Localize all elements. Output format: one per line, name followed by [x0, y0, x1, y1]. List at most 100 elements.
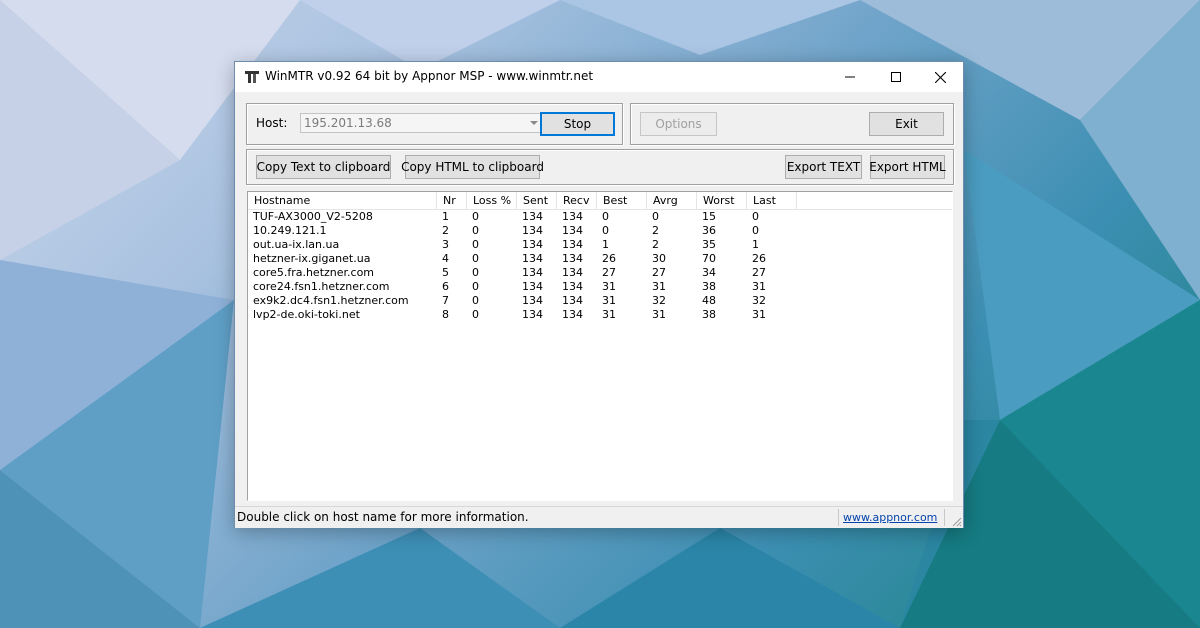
- stop-button[interactable]: Stop: [540, 112, 615, 136]
- cell-last: 0: [752, 224, 759, 237]
- cell-avrg: 30: [652, 252, 666, 265]
- cell-avrg: 32: [652, 294, 666, 307]
- cell-sent: 134: [522, 238, 543, 251]
- cell-loss: 0: [472, 266, 479, 279]
- cell-last: 31: [752, 308, 766, 321]
- column-header-worst[interactable]: Worst: [697, 192, 747, 209]
- column-header-best[interactable]: Best: [597, 192, 647, 209]
- column-header-nr[interactable]: Nr: [437, 192, 467, 209]
- cell-nr: 3: [442, 238, 449, 251]
- cell-loss: 0: [472, 238, 479, 251]
- cell-best: 0: [602, 210, 609, 223]
- exit-button[interactable]: Exit: [869, 112, 944, 136]
- cell-nr: 4: [442, 252, 449, 265]
- cell-best: 27: [602, 266, 616, 279]
- appnor-link[interactable]: www.appnor.com: [843, 511, 937, 524]
- cell-hostname: TUF-AX3000_V2-5208: [253, 210, 373, 223]
- cell-last: 1: [752, 238, 759, 251]
- host-label: Host:: [256, 116, 288, 130]
- options-button[interactable]: Options: [640, 112, 717, 136]
- cell-loss: 0: [472, 280, 479, 293]
- cell-best: 0: [602, 224, 609, 237]
- cell-loss: 0: [472, 308, 479, 321]
- resize-grip-icon[interactable]: [950, 515, 962, 527]
- column-header-last[interactable]: Last: [747, 192, 797, 209]
- cell-worst: 70: [702, 252, 716, 265]
- cell-best: 26: [602, 252, 616, 265]
- results-listview[interactable]: Hostname Nr Loss % Sent Recv Best Avrg W…: [247, 191, 953, 501]
- column-header-recv[interactable]: Recv: [557, 192, 597, 209]
- cell-recv: 134: [562, 238, 583, 251]
- export-group: Copy Text to clipboard Copy HTML to clip…: [246, 149, 954, 185]
- cell-worst: 35: [702, 238, 716, 251]
- export-html-button[interactable]: Export HTML: [869, 155, 946, 179]
- column-header-sent[interactable]: Sent: [517, 192, 557, 209]
- minimize-button[interactable]: [827, 62, 873, 92]
- cell-best: 1: [602, 238, 609, 251]
- host-combobox[interactable]: 195.201.13.68: [300, 113, 544, 133]
- table-row[interactable]: core5.fra.hetzner.com 5 0 134 134 27 27 34 27: [248, 266, 952, 280]
- column-header-loss[interactable]: Loss %: [467, 192, 517, 209]
- cell-best: 31: [602, 294, 616, 307]
- cell-avrg: 2: [652, 224, 659, 237]
- maximize-button[interactable]: [873, 62, 919, 92]
- cell-last: 31: [752, 280, 766, 293]
- cell-hostname: lvp2-de.oki-toki.net: [253, 308, 360, 321]
- minimize-icon: [845, 76, 855, 78]
- window-title: WinMTR v0.92 64 bit by Appnor MSP - www.…: [265, 69, 594, 83]
- table-row[interactable]: lvp2-de.oki-toki.net 8 0 134 134 31 31 38 31: [248, 308, 952, 322]
- cell-worst: 15: [702, 210, 716, 223]
- cell-avrg: 31: [652, 308, 666, 321]
- cell-nr: 2: [442, 224, 449, 237]
- table-row[interactable]: hetzner-ix.giganet.ua 4 0 134 134 26 30 70 26: [248, 252, 952, 266]
- cell-sent: 134: [522, 280, 543, 293]
- cell-best: 31: [602, 308, 616, 321]
- cell-worst: 34: [702, 266, 716, 279]
- close-button[interactable]: [917, 62, 963, 92]
- copy-html-button[interactable]: Copy HTML to clipboard: [401, 155, 544, 179]
- column-header-hostname[interactable]: Hostname: [248, 192, 437, 209]
- table-row[interactable]: ex9k2.dc4.fsn1.hetzner.com 7 0 134 134 31 32 48…: [248, 294, 952, 308]
- copy-text-button[interactable]: Copy Text to clipboard: [256, 155, 391, 179]
- table-row[interactable]: core24.fsn1.hetzner.com 6 0 134 134 31 31 38 31: [248, 280, 952, 294]
- list-header: Hostname Nr Loss % Sent Recv Best Avrg W…: [248, 192, 952, 210]
- cell-sent: 134: [522, 224, 543, 237]
- cell-recv: 134: [562, 210, 583, 223]
- host-value: 195.201.13.68: [304, 116, 392, 130]
- cell-nr: 5: [442, 266, 449, 279]
- list-rows: TUF-AX3000_V2-5208 1 0 134 134 0 0 15 0 10.249.12…: [248, 210, 952, 322]
- title-bar[interactable]: WinMTR v0.92 64 bit by Appnor MSP - www.…: [235, 62, 963, 92]
- cell-loss: 0: [472, 252, 479, 265]
- cell-recv: 134: [562, 224, 583, 237]
- cell-avrg: 27: [652, 266, 666, 279]
- cell-recv: 134: [562, 280, 583, 293]
- cell-recv: 134: [562, 294, 583, 307]
- cell-avrg: 0: [652, 210, 659, 223]
- cell-hostname: out.ua-ix.lan.ua: [253, 238, 340, 251]
- cell-worst: 48: [702, 294, 716, 307]
- table-row[interactable]: TUF-AX3000_V2-5208 1 0 134 134 0 0 15 0: [248, 210, 952, 224]
- cell-nr: 1: [442, 210, 449, 223]
- table-row[interactable]: out.ua-ix.lan.ua 3 0 134 134 1 2 35 1: [248, 238, 952, 252]
- cell-sent: 134: [522, 252, 543, 265]
- cell-last: 0: [752, 210, 759, 223]
- winmtr-app-icon: [245, 71, 259, 83]
- cell-loss: 0: [472, 294, 479, 307]
- export-text-button[interactable]: Export TEXT: [785, 155, 862, 179]
- cell-worst: 38: [702, 308, 716, 321]
- cell-avrg: 2: [652, 238, 659, 251]
- winmtr-window: WinMTR v0.92 64 bit by Appnor MSP - www.…: [234, 61, 964, 528]
- cell-hostname: 10.249.121.1: [253, 224, 327, 237]
- options-group: Options Exit: [630, 103, 954, 145]
- cell-avrg: 31: [652, 280, 666, 293]
- cell-sent: 134: [522, 294, 543, 307]
- table-row[interactable]: 10.249.121.1 2 0 134 134 0 2 36 0: [248, 224, 952, 238]
- cell-last: 26: [752, 252, 766, 265]
- cell-nr: 8: [442, 308, 449, 321]
- cell-worst: 36: [702, 224, 716, 237]
- cell-best: 31: [602, 280, 616, 293]
- cell-last: 27: [752, 266, 766, 279]
- cell-hostname: ex9k2.dc4.fsn1.hetzner.com: [253, 294, 409, 307]
- column-header-avrg[interactable]: Avrg: [647, 192, 697, 209]
- cell-recv: 134: [562, 266, 583, 279]
